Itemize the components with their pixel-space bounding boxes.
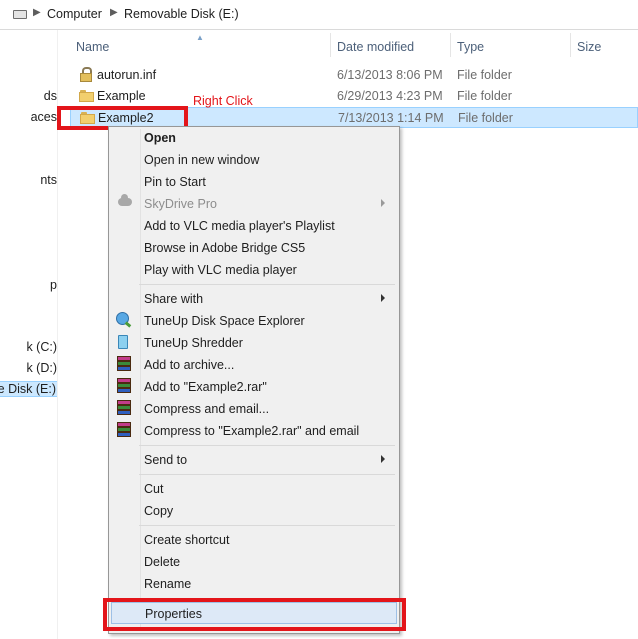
- menu-item-add-to-archive[interactable]: Add to archive...: [111, 354, 397, 376]
- nav-item-recent-places[interactable]: aces: [31, 110, 57, 124]
- menu-item-create-shortcut[interactable]: Create shortcut: [111, 529, 397, 551]
- submenu-arrow-icon: [381, 199, 385, 207]
- nav-item-desktop[interactable]: p: [50, 278, 57, 292]
- file-date-modified: 6/13/2013 8:06 PM: [337, 68, 443, 82]
- submenu-arrow-icon: [381, 294, 385, 302]
- menu-separator: [139, 474, 395, 475]
- drive-icon: [13, 10, 27, 19]
- file-type: File folder: [457, 89, 512, 103]
- file-name: autorun.inf: [97, 68, 157, 82]
- right-click-annotation: Right Click: [193, 94, 253, 108]
- cloud-icon: [118, 194, 132, 206]
- menu-item-tuneup-shredder[interactable]: TuneUp Shredder: [111, 332, 397, 354]
- folder-icon: [79, 90, 94, 102]
- winrar-icon: [117, 400, 131, 416]
- menu-item-copy[interactable]: Copy: [111, 500, 397, 522]
- shredder-icon: [118, 335, 128, 349]
- file-row-example[interactable]: Example 6/29/2013 4:23 PM File folder: [70, 86, 638, 107]
- submenu-arrow-icon: [381, 455, 385, 463]
- sort-ascending-icon: ▲: [196, 33, 204, 42]
- breadcrumb-computer[interactable]: Computer: [47, 7, 102, 21]
- file-row-autorun-inf[interactable]: autorun.inf 6/13/2013 8:06 PM File folde…: [70, 65, 638, 86]
- column-header-date-modified[interactable]: Date modified: [337, 33, 414, 61]
- menu-item-compress-and-email[interactable]: Compress and email...: [111, 398, 397, 420]
- column-divider[interactable]: [570, 33, 571, 57]
- address-bar[interactable]: ▶ Computer ▶ Removable Disk (E:): [0, 0, 638, 30]
- menu-separator: [139, 284, 395, 285]
- explorer-window: ▶ Computer ▶ Removable Disk (E:) ds aces…: [0, 0, 638, 639]
- file-date-modified: 6/29/2013 4:23 PM: [337, 89, 443, 103]
- menu-item-cut[interactable]: Cut: [111, 478, 397, 500]
- column-header-size[interactable]: Size: [577, 33, 601, 61]
- column-header-name[interactable]: Name: [76, 33, 109, 61]
- nav-item-local-disk-c[interactable]: k (C:): [26, 340, 57, 354]
- highlight-box-properties: [103, 598, 406, 631]
- chevron-right-icon[interactable]: ▶: [33, 7, 41, 18]
- nav-item-downloads[interactable]: ds: [44, 89, 57, 103]
- winrar-icon: [117, 422, 131, 438]
- menu-item-play-vlc[interactable]: Play with VLC media player: [111, 259, 397, 281]
- nav-item-local-disk-d[interactable]: k (D:): [26, 361, 57, 375]
- column-divider[interactable]: [450, 33, 451, 57]
- menu-item-add-vlc-playlist[interactable]: Add to VLC media player's Playlist: [111, 215, 397, 237]
- context-menu: Open Open in new window Pin to Start Sky…: [108, 126, 400, 634]
- breadcrumb-removable-disk[interactable]: Removable Disk (E:): [124, 7, 239, 21]
- menu-item-pin-to-start[interactable]: Pin to Start: [111, 171, 397, 193]
- nav-item-removable-disk-e[interactable]: ble Disk (E:): [0, 381, 57, 397]
- menu-item-share-with[interactable]: Share with: [111, 288, 397, 310]
- file-date-modified: 7/13/2013 1:14 PM: [338, 111, 444, 125]
- menu-separator: [139, 445, 395, 446]
- winrar-icon: [117, 356, 131, 372]
- menu-item-skydrive-pro[interactable]: SkyDrive Pro: [111, 193, 397, 215]
- menu-item-send-to[interactable]: Send to: [111, 449, 397, 471]
- menu-item-delete[interactable]: Delete: [111, 551, 397, 573]
- nav-item-documents[interactable]: nts: [40, 173, 57, 187]
- magnifier-handle-icon: [124, 321, 132, 328]
- locked-folder-icon: [80, 67, 92, 82]
- menu-separator: [139, 525, 395, 526]
- menu-item-tuneup-disk-space-explorer[interactable]: TuneUp Disk Space Explorer: [111, 310, 397, 332]
- navigation-pane: ds aces nts p k (C:) k (D:) ble Disk (E:…: [0, 30, 58, 639]
- chevron-right-icon[interactable]: ▶: [110, 7, 118, 18]
- column-header-type[interactable]: Type: [457, 33, 484, 61]
- file-type: File folder: [457, 68, 512, 82]
- menu-item-open[interactable]: Open: [111, 127, 397, 149]
- menu-item-add-to-example2-rar[interactable]: Add to "Example2.rar": [111, 376, 397, 398]
- menu-item-open-new-window[interactable]: Open in new window: [111, 149, 397, 171]
- column-divider[interactable]: [330, 33, 331, 57]
- menu-item-browse-adobe-bridge[interactable]: Browse in Adobe Bridge CS5: [111, 237, 397, 259]
- file-name: Example: [97, 89, 146, 103]
- file-type: File folder: [458, 111, 513, 125]
- winrar-icon: [117, 378, 131, 394]
- menu-item-compress-to-example2-rar-email[interactable]: Compress to "Example2.rar" and email: [111, 420, 397, 442]
- menu-item-rename[interactable]: Rename: [111, 573, 397, 595]
